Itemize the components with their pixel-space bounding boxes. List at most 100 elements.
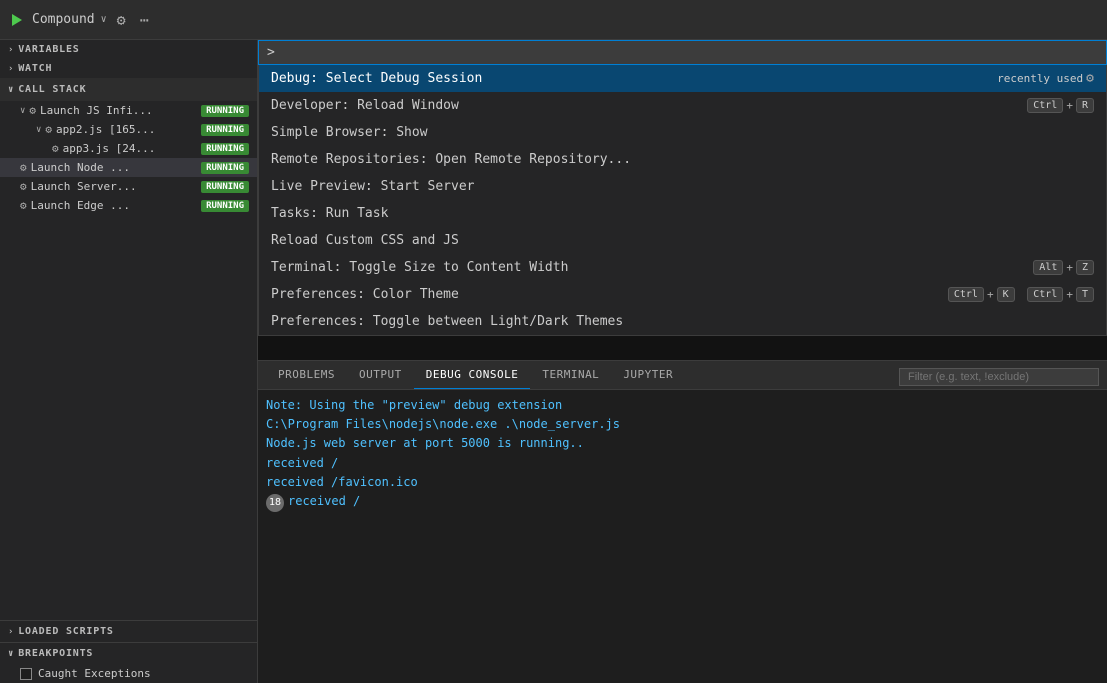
command-list: Debug: Select Debug Session recently use… xyxy=(258,65,1107,336)
command-item-shortcut: Alt + Z xyxy=(1033,260,1094,275)
top-bar: Compound ∨ ⚙ ⋯ xyxy=(0,0,1107,40)
console-line: received / xyxy=(266,454,1099,473)
command-item-label: Remote Repositories: Open Remote Reposit… xyxy=(271,152,1094,167)
caught-exceptions-label: Caught Exceptions xyxy=(38,667,151,680)
command-item-label: Simple Browser: Show xyxy=(271,125,1094,140)
call-stack-item[interactable]: ⚙ Launch Edge ... RUNNING xyxy=(0,196,257,215)
breakpoints-section[interactable]: ∨ BREAKPOINTS xyxy=(0,642,257,664)
panel-tabs: PROBLEMS OUTPUT DEBUG CONSOLE TERMINAL J… xyxy=(258,361,1107,390)
sidebar-bottom: › LOADED SCRIPTS ∨ BREAKPOINTS Caught Ex… xyxy=(0,620,257,683)
watch-arrow: › xyxy=(8,64,14,74)
item-label: Launch Server... xyxy=(31,180,137,193)
variables-label: VARIABLES xyxy=(18,44,79,55)
tab-problems[interactable]: PROBLEMS xyxy=(266,361,347,389)
variables-section[interactable]: › VARIABLES xyxy=(0,40,257,59)
breakpoints-label: BREAKPOINTS xyxy=(18,648,93,659)
debug-gear-icon: ⚙ xyxy=(45,123,52,136)
command-item[interactable]: Debug: Select Debug Session recently use… xyxy=(259,65,1106,92)
debug-gear-icon: ⚙ xyxy=(52,142,59,155)
command-item-label: Tasks: Run Task xyxy=(271,206,1094,221)
tab-terminal[interactable]: TERMINAL xyxy=(530,361,611,389)
item-label: Launch Node ... xyxy=(31,161,130,174)
item-label: app2.js [165... xyxy=(56,123,155,136)
console-line: received /favicon.ico xyxy=(266,473,1099,492)
command-item-label: Terminal: Toggle Size to Content Width xyxy=(271,260,1025,275)
running-badge: RUNNING xyxy=(201,181,249,193)
call-stack-label: CALL STACK xyxy=(18,84,86,95)
command-item[interactable]: Preferences: Color Theme Ctrl + K Ctrl +… xyxy=(259,281,1106,308)
item-label: app3.js [24... xyxy=(63,142,156,155)
console-line: 18received / xyxy=(266,492,1099,512)
settings-icon[interactable]: ⚙ xyxy=(1086,71,1094,86)
command-item[interactable]: Reload Custom CSS and JS xyxy=(259,227,1106,254)
plus-sep: + xyxy=(987,288,994,301)
call-stack-item[interactable]: ⚙ Launch Node ... RUNNING xyxy=(0,158,257,177)
plus-sep: + xyxy=(1066,261,1073,274)
key-t: T xyxy=(1076,287,1094,302)
command-item[interactable]: Terminal: Toggle Size to Content Width A… xyxy=(259,254,1106,281)
loaded-scripts-section[interactable]: › LOADED SCRIPTS xyxy=(0,621,257,642)
key-ctrl2: Ctrl xyxy=(1027,287,1063,302)
command-item[interactable]: Tasks: Run Task xyxy=(259,200,1106,227)
console-line: C:\Program Files\nodejs\node.exe .\node_… xyxy=(266,415,1099,434)
call-stack-item[interactable]: ∨ ⚙ Launch JS Infi... RUNNING xyxy=(0,101,257,120)
command-item-shortcut: Ctrl + K Ctrl + T xyxy=(948,287,1094,302)
item-label: Launch JS Infi... xyxy=(40,104,153,117)
command-palette-input-row xyxy=(258,40,1107,65)
gear-icon[interactable]: ⚙ xyxy=(113,9,130,31)
command-item-shortcut: Ctrl + R xyxy=(1027,98,1094,113)
call-stack-item[interactable]: ⚙ app3.js [24... RUNNING xyxy=(0,139,257,158)
play-button[interactable] xyxy=(8,11,26,29)
sidebar: › VARIABLES › WATCH ∨ CALL STACK ∨ ⚙ Lau… xyxy=(0,40,258,683)
call-stack-item[interactable]: ⚙ Launch Server... RUNNING xyxy=(0,177,257,196)
tab-jupyter[interactable]: JUPYTER xyxy=(611,361,685,389)
tab-debug-console[interactable]: DEBUG CONSOLE xyxy=(414,361,531,389)
watch-section[interactable]: › WATCH xyxy=(0,59,257,78)
compound-label: Compound xyxy=(32,12,95,27)
running-badge: RUNNING xyxy=(201,200,249,212)
command-item[interactable]: Live Preview: Start Server xyxy=(259,173,1106,200)
command-item[interactable]: Preferences: Toggle between Light/Dark T… xyxy=(259,308,1106,335)
command-item[interactable]: Simple Browser: Show xyxy=(259,119,1106,146)
console-output: Note: Using the "preview" debug extensio… xyxy=(258,390,1107,683)
key-k: K xyxy=(997,287,1015,302)
console-line: Node.js web server at port 5000 is runni… xyxy=(266,434,1099,453)
command-palette: Debug: Select Debug Session recently use… xyxy=(258,40,1107,336)
tab-output[interactable]: OUTPUT xyxy=(347,361,414,389)
console-line: Note: Using the "preview" debug extensio… xyxy=(266,396,1099,415)
debug-gear-icon: ⚙ xyxy=(20,161,27,174)
chevron-down-icon[interactable]: ∨ xyxy=(101,14,107,25)
command-palette-input[interactable] xyxy=(267,45,1098,60)
call-stack-arrow: ∨ xyxy=(8,85,14,95)
debug-gear-icon: ⚙ xyxy=(29,104,36,117)
plus-sep2: + xyxy=(1066,288,1073,301)
caught-exceptions-checkbox[interactable] xyxy=(20,668,32,680)
right-area: Debug: Select Debug Session recently use… xyxy=(258,40,1107,683)
key-alt: Alt xyxy=(1033,260,1063,275)
call-stack-section[interactable]: ∨ CALL STACK xyxy=(0,78,257,101)
running-badge: RUNNING xyxy=(201,124,249,136)
running-badge: RUNNING xyxy=(201,105,249,117)
command-item-label: Reload Custom CSS and JS xyxy=(271,233,1094,248)
more-icon[interactable]: ⋯ xyxy=(136,9,153,31)
loaded-scripts-label: LOADED SCRIPTS xyxy=(18,626,114,637)
running-badge: RUNNING xyxy=(201,162,249,174)
call-stack-item[interactable]: ∨ ⚙ app2.js [165... RUNNING xyxy=(0,120,257,139)
bottom-panel: PROBLEMS OUTPUT DEBUG CONSOLE TERMINAL J… xyxy=(258,360,1107,683)
main-layout: › VARIABLES › WATCH ∨ CALL STACK ∨ ⚙ Lau… xyxy=(0,40,1107,683)
command-item[interactable]: Remote Repositories: Open Remote Reposit… xyxy=(259,146,1106,173)
debug-gear-icon: ⚙ xyxy=(20,199,27,212)
key-z: Z xyxy=(1076,260,1094,275)
key-r: R xyxy=(1076,98,1094,113)
command-item[interactable]: Developer: Reload Window Ctrl + R xyxy=(259,92,1106,119)
command-item-label: Live Preview: Start Server xyxy=(271,179,1094,194)
plus-sep: + xyxy=(1066,99,1073,112)
repeat-badge: 18 xyxy=(266,494,284,512)
filter-input[interactable] xyxy=(899,368,1099,386)
command-item-label: Developer: Reload Window xyxy=(271,98,1019,113)
play-icon xyxy=(12,14,22,26)
key-ctrl: Ctrl xyxy=(1027,98,1063,113)
command-item-shortcut: recently used ⚙ xyxy=(997,71,1094,86)
command-item-label: Debug: Select Debug Session xyxy=(271,71,989,86)
caught-exceptions-row: Caught Exceptions xyxy=(0,664,257,683)
